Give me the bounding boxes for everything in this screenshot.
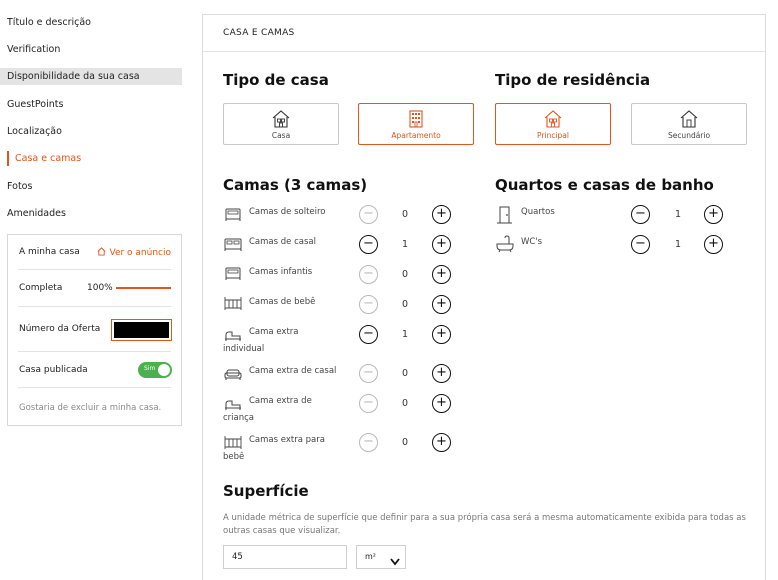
house-type-casa-label: Casa (271, 131, 291, 140)
increment-button[interactable]: + (432, 433, 451, 452)
bed-label-line2: individual (223, 344, 265, 354)
increment-button[interactable]: + (432, 295, 451, 314)
double-bed-icon (223, 236, 243, 256)
increment-button[interactable]: + (432, 205, 451, 224)
decrement-button[interactable]: − (359, 265, 378, 284)
decrement-button[interactable]: − (359, 205, 378, 224)
rooms-title: Quartos e casas de banho (495, 176, 714, 194)
bed-label: Camas de bebê (249, 297, 316, 307)
sidebar-item-verification[interactable]: Verification (0, 41, 182, 58)
sidebar-item-guestpoints[interactable]: GuestPoints (0, 96, 182, 113)
house-type-title: Tipo de casa (223, 71, 329, 89)
single-bed-icon (223, 206, 243, 226)
surface-description: A unidade métrica de superfície que defi… (223, 513, 746, 536)
decrement-button[interactable]: − (359, 235, 378, 254)
decrement-button[interactable]: − (359, 433, 378, 452)
surface-unit-value: m² (365, 552, 376, 561)
sidebar-item-photos[interactable]: Fotos (0, 178, 182, 195)
divider (18, 306, 171, 307)
offer-number-field[interactable] (111, 319, 172, 341)
bed-count: 0 (401, 368, 409, 379)
bed-count: 0 (401, 398, 409, 409)
crib-icon (223, 434, 243, 454)
sidebar-item-house-beds[interactable]: Casa e camas (0, 150, 182, 167)
divider (18, 351, 171, 352)
increment-button[interactable]: + (432, 364, 451, 383)
bed-label-line2: bebê (223, 452, 245, 462)
bed-label-line2: criança (223, 413, 255, 423)
house-icon (680, 110, 698, 128)
toggle-knob (158, 364, 170, 376)
residence-type-title: Tipo de residência (495, 71, 651, 89)
house-type-apartment[interactable]: Apartamento (358, 103, 474, 145)
increment-button[interactable]: + (432, 394, 451, 413)
view-listing-link[interactable]: Ver o anúncio (97, 247, 171, 259)
child-bed-icon (223, 265, 243, 285)
view-listing-label: Ver o anúncio (109, 248, 171, 258)
surface-input[interactable]: 45 (223, 545, 347, 569)
bed-label: Camas de casal (249, 237, 316, 247)
bed-label: Cama extra de casal (249, 366, 337, 376)
house-icon (544, 110, 562, 128)
increment-button[interactable]: + (432, 265, 451, 284)
divider (18, 387, 171, 388)
crib-icon (223, 295, 243, 315)
bed-label: Cama extra (249, 327, 299, 337)
offer-number-redacted (114, 322, 169, 338)
toggle-label: Sim (144, 365, 156, 372)
apartment-icon (409, 110, 423, 128)
rooms-label: Quartos (521, 207, 555, 217)
house-icon (97, 247, 106, 259)
delete-house-link[interactable]: Gostaria de excluir a minha casa. (19, 403, 161, 413)
my-house-card: A minha casa Ver o anúncio Completa 100%… (7, 234, 182, 426)
sidebar-item-location[interactable]: Localização (0, 123, 182, 140)
bed-count: 1 (401, 239, 409, 250)
house-beds-panel: CASA E CAMAS Tipo de casa Tipo de residê… (202, 14, 766, 580)
door-icon (495, 205, 515, 229)
completion-progress-bar (116, 287, 171, 289)
divider (18, 269, 171, 270)
decrement-button[interactable]: − (631, 235, 650, 254)
sidebar-item-title-description[interactable]: Título e descrição (0, 14, 182, 31)
increment-button[interactable]: + (432, 325, 451, 344)
residence-type-principal[interactable]: Principal (495, 103, 611, 145)
residence-type-secondary-label: Secundário (667, 131, 711, 140)
bed-count: 1 (401, 329, 409, 340)
sofa-bed-icon (223, 366, 243, 386)
bathtub-icon (495, 234, 515, 258)
bed-label: Camas de solteiro (249, 207, 326, 217)
decrement-button[interactable]: − (359, 325, 378, 344)
decrement-button[interactable]: − (359, 295, 378, 314)
bed-label: Camas extra para (249, 435, 325, 445)
surface-title: Superfície (223, 482, 309, 500)
published-toggle[interactable]: Sim (138, 362, 172, 378)
increment-button[interactable]: + (704, 205, 723, 224)
bed-count: 0 (401, 299, 409, 310)
residence-type-secondary[interactable]: Secundário (631, 103, 747, 145)
rooms-count: 1 (674, 209, 682, 220)
residence-type-principal-label: Principal (537, 131, 569, 140)
increment-button[interactable]: + (704, 235, 723, 254)
bathrooms-label: WC's (521, 237, 543, 247)
chevron-down-icon (390, 553, 400, 575)
bed-label: Cama extra de (249, 396, 312, 406)
panel-header: CASA E CAMAS (203, 15, 765, 52)
surface-unit-select[interactable]: m² (356, 545, 406, 569)
sidebar-item-availability[interactable]: Disponibilidade da sua casa (0, 68, 182, 85)
bed-count: 0 (401, 269, 409, 280)
house-icon (272, 110, 290, 128)
house-type-casa[interactable]: Casa (223, 103, 339, 145)
beds-title: Camas (3 camas) (223, 176, 368, 194)
increment-button[interactable]: + (432, 235, 451, 254)
decrement-button[interactable]: − (359, 394, 378, 413)
decrement-button[interactable]: − (631, 205, 650, 224)
house-type-apartment-label: Apartamento (391, 131, 441, 140)
sidebar-item-amenities[interactable]: Amenidades (0, 205, 182, 222)
bed-label: Camas infantis (249, 267, 313, 277)
decrement-button[interactable]: − (359, 364, 378, 383)
bed-count: 0 (401, 209, 409, 220)
bed-count: 0 (401, 437, 409, 448)
bathrooms-count: 1 (674, 239, 682, 250)
